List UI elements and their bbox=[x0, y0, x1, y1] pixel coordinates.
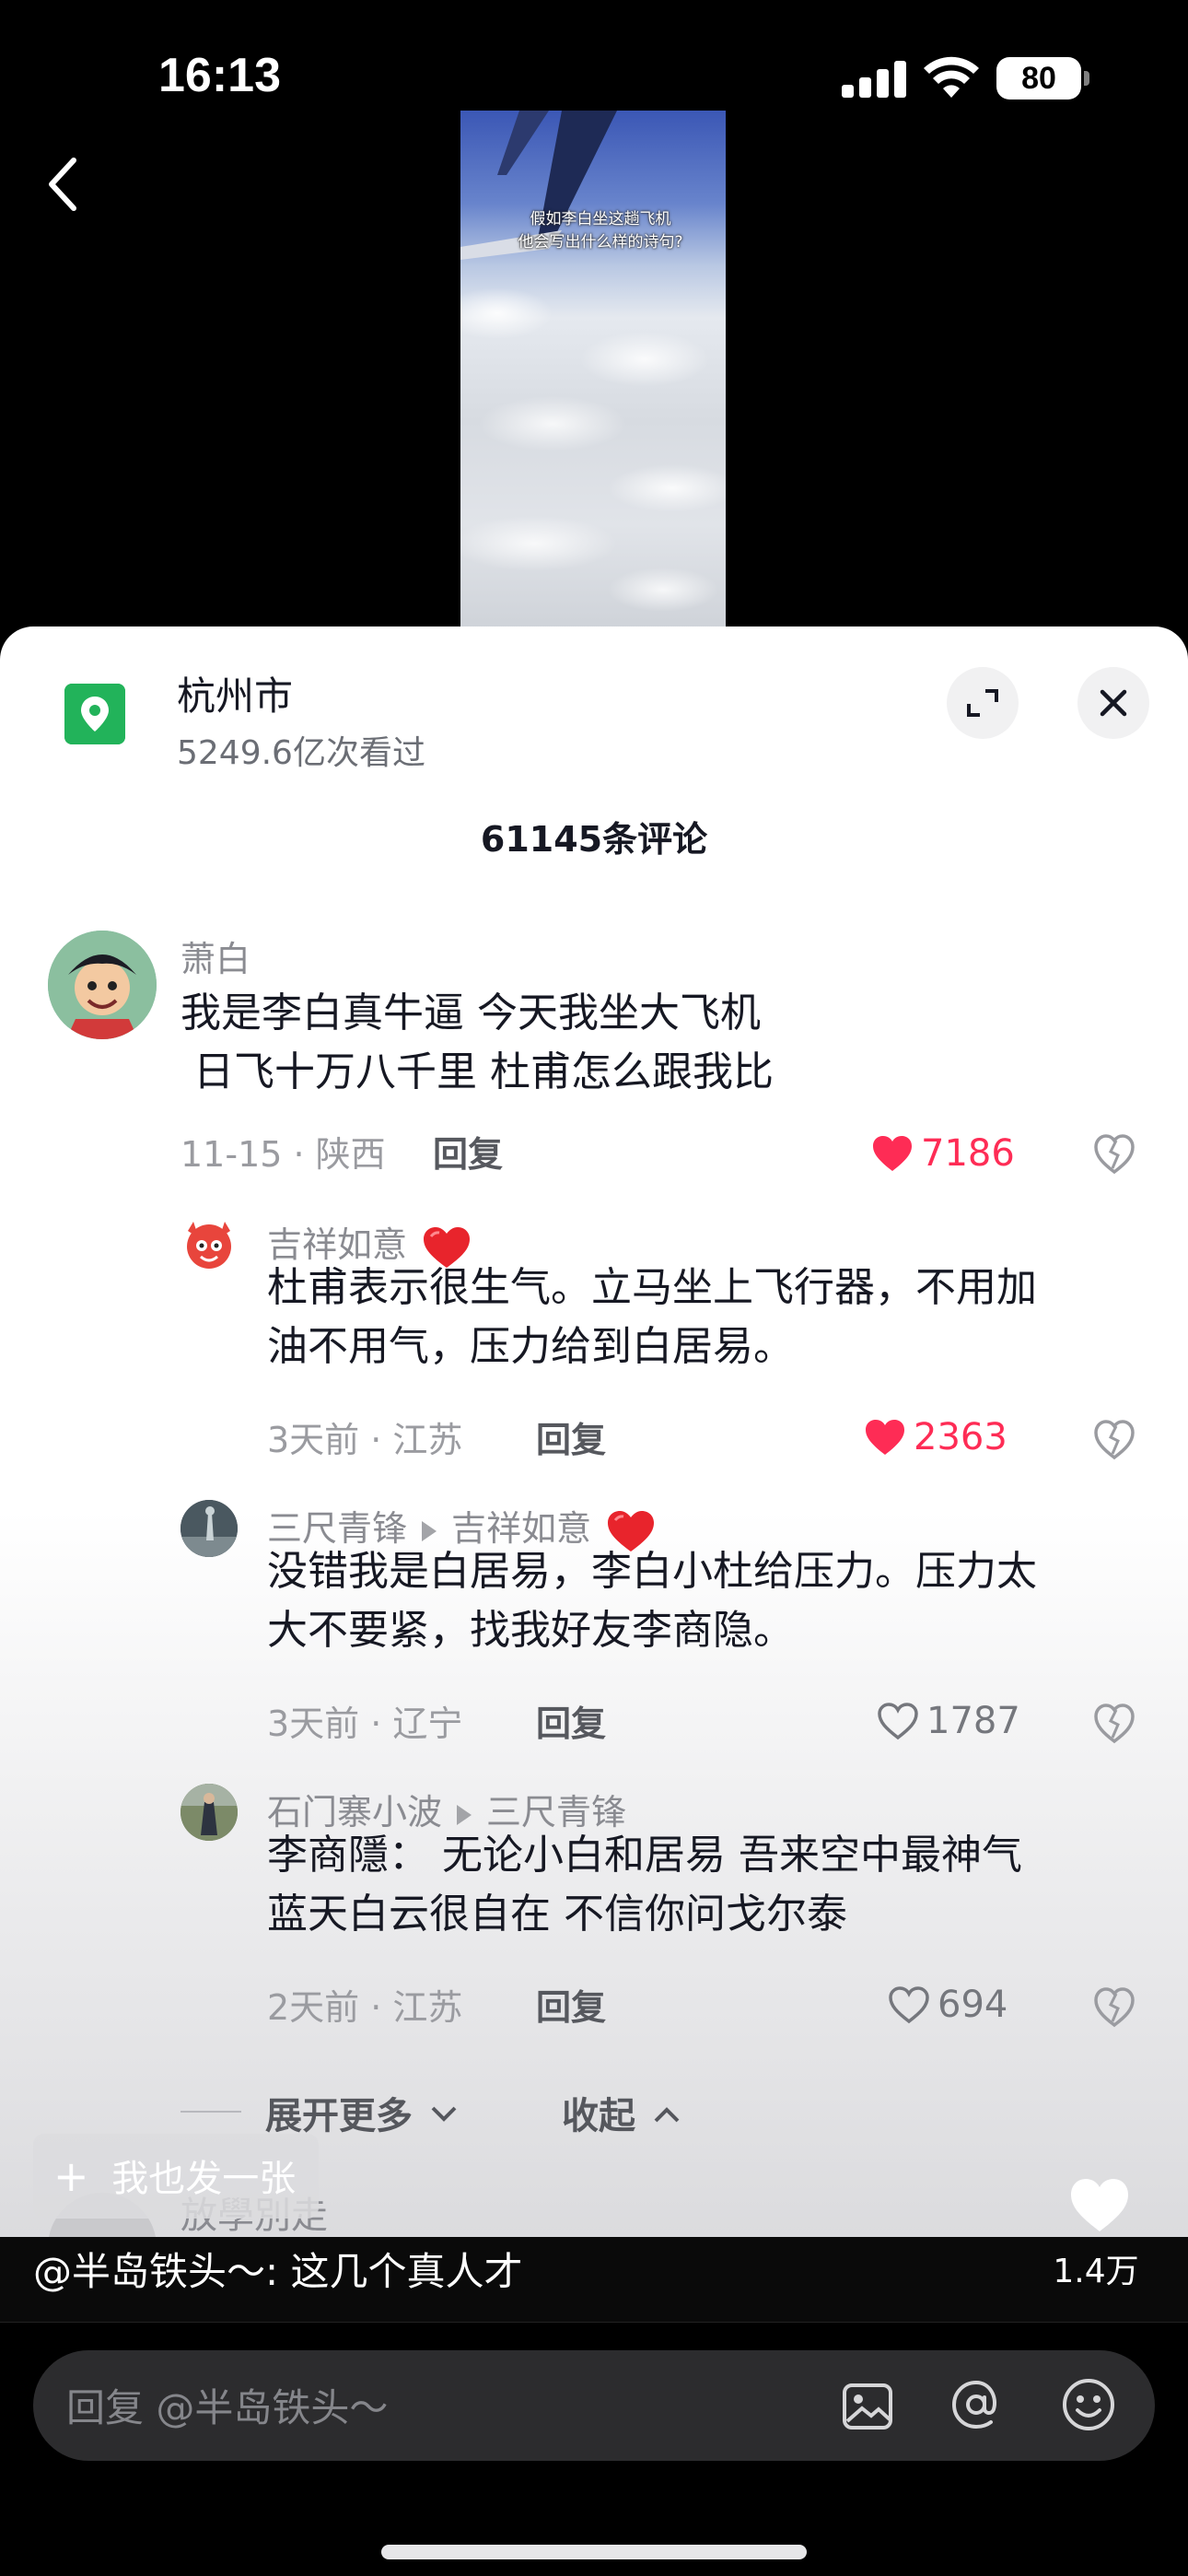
comment-text-line: 没错我是白居易，李白小杜给压力。压力太 bbox=[267, 1548, 1037, 1595]
heart-outline-icon bbox=[878, 1703, 918, 1740]
video-thumbnail[interactable]: 假如李白坐这趟飞机 他会写出什么样的诗句? bbox=[460, 111, 726, 628]
dislike-icon[interactable] bbox=[1092, 1131, 1136, 1176]
close-button[interactable] bbox=[1077, 667, 1149, 739]
battery-icon: 80 bbox=[996, 57, 1089, 100]
avatar-image bbox=[181, 1784, 238, 1841]
at-mention-icon[interactable] bbox=[949, 2377, 1004, 2432]
image-icon[interactable] bbox=[840, 2379, 895, 2434]
comment-username[interactable]: 萧白 bbox=[181, 931, 250, 981]
comment-text-line: 李商隱： 无论小白和居易 吾来空中最神气 bbox=[267, 1832, 1022, 1879]
comment-text: 我是李白真牛逼 今天我坐大飞机 日飞十万八千里 杜甫怎么跟我比 bbox=[181, 984, 774, 1102]
dislike-icon[interactable] bbox=[1092, 1417, 1136, 1461]
reply-input-placeholder[interactable]: 回复 @半岛铁头～ bbox=[66, 2377, 388, 2433]
heart-outline-icon bbox=[889, 1986, 929, 2024]
battery-level: 80 bbox=[1021, 61, 1056, 96]
cellular-signal-icon bbox=[842, 59, 906, 98]
post-too-label: 我也发一张 bbox=[111, 2158, 297, 2200]
avatar-image bbox=[187, 1222, 231, 1269]
comment-text: 李商隱： 无论小白和居易 吾来空中最神气 蓝天白云很自在 不信你问戈尔泰 bbox=[267, 1826, 1022, 1944]
heart-filled-icon bbox=[866, 1420, 904, 1455]
comment-text: 杜甫表示很生气。立马坐上飞行器，不用加 油不用气，压力给到白居易。 bbox=[267, 1259, 1037, 1376]
like-button[interactable]: 2363 bbox=[864, 1410, 1007, 1465]
like-count: 694 bbox=[938, 1984, 1008, 2026]
close-icon bbox=[1100, 689, 1127, 717]
avatar[interactable] bbox=[181, 1216, 238, 1273]
heart-filled-icon bbox=[873, 1136, 912, 1171]
like-count: 1787 bbox=[926, 1700, 1020, 1742]
like-count: 2363 bbox=[914, 1416, 1007, 1458]
avatar[interactable] bbox=[48, 931, 157, 1039]
location-pin-icon[interactable] bbox=[64, 684, 125, 744]
reply-button[interactable]: 回复 bbox=[433, 1126, 503, 1177]
reply-arrow-icon bbox=[457, 1804, 472, 1825]
avatar-image bbox=[48, 931, 157, 1039]
comment-meta: 3天前 · 辽宁 bbox=[267, 1704, 463, 1744]
comment-text-line: 油不用气，压力给到白居易。 bbox=[267, 1323, 794, 1370]
comment-text-line: 大不要紧，找我好友李商隐。 bbox=[267, 1607, 794, 1654]
comment-text-line: 蓝天白云很自在 不信你问戈尔泰 bbox=[267, 1891, 847, 1938]
caption-line-1: 假如李白坐这趟飞机 bbox=[530, 210, 671, 228]
chevron-down-icon bbox=[431, 2106, 457, 2122]
location-title[interactable]: 杭州市 bbox=[177, 665, 293, 721]
status-time: 16:13 bbox=[158, 49, 281, 102]
comment-text: 没错我是白居易，李白小杜给压力。压力太 大不要紧，找我好友李商隐。 bbox=[267, 1542, 1037, 1660]
comment-sheet: 杭州市 5249.6亿次看过 61145条评论 萧白 我是李白真牛逼 今天我坐大… bbox=[0, 626, 1188, 2322]
like-button[interactable]: 1787 bbox=[877, 1693, 1020, 1749]
expand-button[interactable] bbox=[947, 667, 1019, 739]
reply-button[interactable]: 回复 bbox=[536, 1411, 606, 1462]
comment-text-line: 我是李白真牛逼 今天我坐大飞机 bbox=[181, 989, 761, 1036]
expand-more-label: 展开更多 bbox=[265, 2095, 413, 2137]
expand-more-button[interactable]: 展开更多 bbox=[265, 2086, 462, 2139]
video-caption[interactable]: @半岛铁头～: 这几个真人才 bbox=[33, 2241, 523, 2297]
heart-icon[interactable] bbox=[1068, 2176, 1131, 2233]
avatar-image bbox=[181, 1500, 238, 1557]
like-button[interactable]: 7186 bbox=[871, 1126, 1015, 1181]
comment-meta: 2天前 · 江苏 bbox=[267, 1987, 463, 2028]
dislike-icon[interactable] bbox=[1092, 1985, 1136, 2029]
collapse-label: 收起 bbox=[562, 2095, 635, 2137]
comment-meta: 11-15 · 陕西 bbox=[181, 1134, 386, 1175]
cloud-layer bbox=[460, 276, 726, 628]
reply-arrow-icon bbox=[422, 1520, 437, 1541]
like-button[interactable]: 694 bbox=[888, 1977, 1007, 2032]
collapse-button[interactable]: 收起 bbox=[562, 2086, 685, 2139]
expand-divider bbox=[181, 2111, 241, 2113]
caption-line-2: 他会写出什么样的诗句? bbox=[518, 233, 683, 252]
like-total: 1.4万 bbox=[1053, 2253, 1139, 2290]
wifi-icon bbox=[924, 56, 979, 98]
home-indicator bbox=[381, 2545, 807, 2559]
location-views: 5249.6亿次看过 bbox=[177, 734, 425, 772]
comment-text-line: 日飞十万八千里 杜甫怎么跟我比 bbox=[181, 1048, 774, 1095]
reply-button[interactable]: 回复 bbox=[536, 1695, 606, 1746]
post-too-button[interactable]: + 我也发一张 bbox=[33, 2134, 319, 2219]
comment-text-line: 杜甫表示很生气。立马坐上飞行器，不用加 bbox=[267, 1264, 1037, 1311]
back-button[interactable] bbox=[41, 147, 96, 221]
emoji-icon[interactable] bbox=[1061, 2377, 1116, 2432]
like-count: 7186 bbox=[921, 1132, 1015, 1175]
expand-icon bbox=[967, 689, 998, 717]
avatar[interactable] bbox=[181, 1784, 238, 1841]
chevron-up-icon bbox=[654, 2107, 680, 2123]
comments-count: 61145条评论 bbox=[480, 819, 708, 860]
video-overlay-caption: 假如李白坐这趟飞机 他会写出什么样的诗句? bbox=[499, 208, 702, 254]
dislike-icon[interactable] bbox=[1092, 1701, 1136, 1745]
avatar[interactable] bbox=[181, 1500, 238, 1557]
plus-icon: + bbox=[53, 2151, 89, 2201]
comment-meta: 3天前 · 江苏 bbox=[267, 1420, 463, 1460]
reply-button[interactable]: 回复 bbox=[536, 1979, 606, 2030]
